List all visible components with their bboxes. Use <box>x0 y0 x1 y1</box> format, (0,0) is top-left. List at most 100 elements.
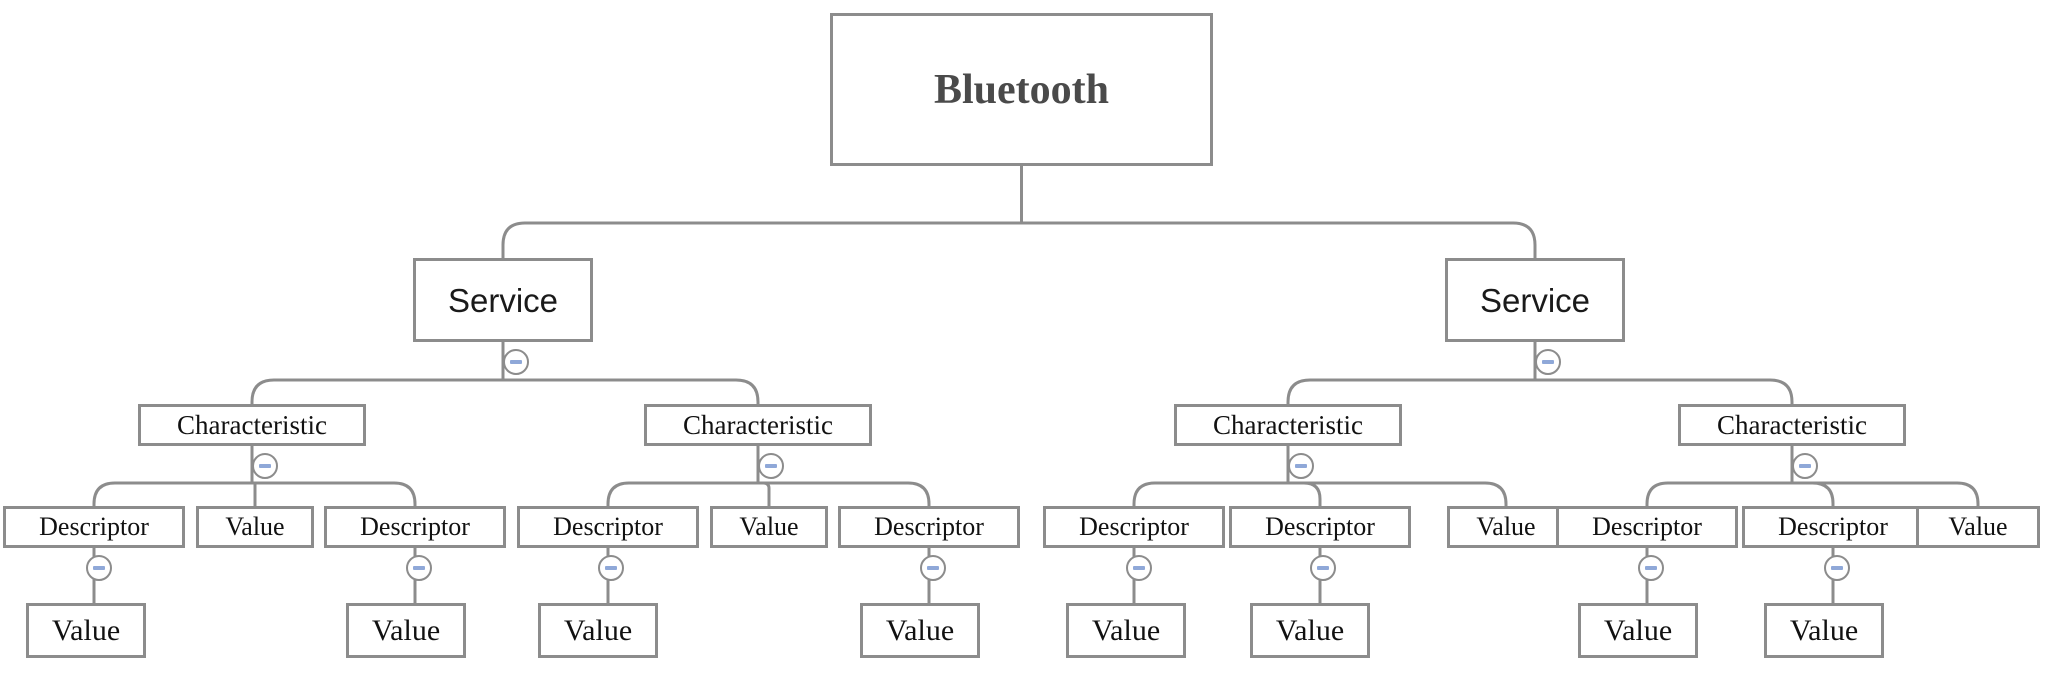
edge-link <box>1792 481 1835 506</box>
node-label: Value <box>1603 613 1673 647</box>
minus-icon <box>1542 360 1554 364</box>
value-node[interactable]: Value <box>1066 603 1186 658</box>
node-label: Characteristic <box>683 409 833 440</box>
collapse-toggle-descriptor-2[interactable] <box>406 555 432 581</box>
descriptor-node[interactable]: Descriptor <box>517 506 699 548</box>
minus-icon <box>765 464 777 468</box>
minus-icon <box>927 566 939 570</box>
collapse-toggle-descriptor-1[interactable] <box>86 555 112 581</box>
edge-link <box>92 481 252 506</box>
minus-icon <box>413 566 425 570</box>
collapse-toggle-service-1[interactable] <box>503 349 529 375</box>
edge-link <box>503 378 760 404</box>
descriptor-node[interactable]: Descriptor <box>838 506 1020 548</box>
characteristic-node[interactable]: Characteristic <box>1174 404 1402 446</box>
collapse-toggle-descriptor-8[interactable] <box>1824 555 1850 581</box>
edge-link <box>252 481 257 506</box>
minus-icon <box>93 566 105 570</box>
minus-icon <box>259 464 271 468</box>
edge-link <box>252 481 417 506</box>
characteristic-node[interactable]: Characteristic <box>644 404 872 446</box>
edge-link <box>1132 481 1288 506</box>
bluetooth-gatt-tree-diagram: Bluetooth Service Service Characteristic Cha… <box>0 0 2048 678</box>
node-label: Characteristic <box>177 409 327 440</box>
value-node[interactable]: Value <box>26 603 146 658</box>
collapse-toggle-descriptor-6[interactable] <box>1310 555 1336 581</box>
node-label: Value <box>885 613 955 647</box>
node-label: Value <box>1275 613 1345 647</box>
node-label: Value <box>739 512 799 541</box>
characteristic-node[interactable]: Characteristic <box>138 404 366 446</box>
collapse-toggle-characteristic-2[interactable] <box>758 453 784 479</box>
value-node[interactable]: Value <box>1447 506 1565 548</box>
collapse-toggle-characteristic-1[interactable] <box>252 453 278 479</box>
node-label: Value <box>225 512 285 541</box>
descriptor-node[interactable]: Descriptor <box>1229 506 1411 548</box>
value-node[interactable]: Value <box>1916 506 2040 548</box>
descriptor-node[interactable]: Descriptor <box>324 506 506 548</box>
edge-link <box>1535 378 1794 404</box>
node-label: Descriptor <box>1265 512 1375 541</box>
minus-icon <box>1295 464 1307 468</box>
value-node[interactable]: Value <box>1764 603 1884 658</box>
node-label: Value <box>563 613 633 647</box>
node-label: Descriptor <box>874 512 984 541</box>
collapse-toggle-characteristic-4[interactable] <box>1792 453 1818 479</box>
edge-link <box>758 481 931 506</box>
node-label: Value <box>371 613 441 647</box>
root-node[interactable]: Bluetooth <box>830 13 1213 166</box>
edge-link <box>606 481 758 506</box>
value-node[interactable]: Value <box>346 603 466 658</box>
node-label: Descriptor <box>1778 512 1888 541</box>
edge-link <box>1288 481 1322 506</box>
node-label: Descriptor <box>553 512 663 541</box>
edge-link <box>250 378 503 404</box>
node-label: Descriptor <box>360 512 470 541</box>
service-node[interactable]: Service <box>1445 258 1625 342</box>
minus-icon <box>1799 464 1811 468</box>
node-label: Service <box>447 281 559 319</box>
minus-icon <box>605 566 617 570</box>
edge-link <box>1645 481 1792 506</box>
minus-icon <box>1133 566 1145 570</box>
edge-link <box>1288 481 1508 506</box>
characteristic-node[interactable]: Characteristic <box>1678 404 1906 446</box>
collapse-toggle-descriptor-7[interactable] <box>1638 555 1664 581</box>
minus-icon <box>1831 566 1843 570</box>
edge-link <box>1021 221 1537 258</box>
node-label: Descriptor <box>39 512 149 541</box>
node-label: Value <box>51 613 121 647</box>
collapse-toggle-descriptor-4[interactable] <box>920 555 946 581</box>
collapse-toggle-service-2[interactable] <box>1535 349 1561 375</box>
collapse-toggle-characteristic-3[interactable] <box>1288 453 1314 479</box>
minus-icon <box>1317 566 1329 570</box>
edge-link <box>758 481 771 506</box>
minus-icon <box>1645 566 1657 570</box>
node-label: Value <box>1091 613 1161 647</box>
edge-link <box>1286 378 1535 404</box>
node-label: Value <box>1789 613 1859 647</box>
descriptor-node[interactable]: Descriptor <box>3 506 185 548</box>
node-label: Value <box>1948 512 2008 541</box>
collapse-toggle-descriptor-3[interactable] <box>598 555 624 581</box>
descriptor-node[interactable]: Descriptor <box>1742 506 1924 548</box>
value-node[interactable]: Value <box>196 506 314 548</box>
value-node[interactable]: Value <box>538 603 658 658</box>
collapse-toggle-descriptor-5[interactable] <box>1126 555 1152 581</box>
edge-link <box>501 221 1022 258</box>
node-label: Value <box>1476 512 1536 541</box>
node-label: Bluetooth <box>933 66 1109 113</box>
edge-link <box>1792 481 1980 506</box>
node-label: Descriptor <box>1079 512 1189 541</box>
node-label: Service <box>1479 281 1591 319</box>
node-label: Characteristic <box>1213 409 1363 440</box>
value-node[interactable]: Value <box>710 506 828 548</box>
value-node[interactable]: Value <box>860 603 980 658</box>
descriptor-node[interactable]: Descriptor <box>1556 506 1738 548</box>
service-node[interactable]: Service <box>413 258 593 342</box>
node-label: Descriptor <box>1592 512 1702 541</box>
value-node[interactable]: Value <box>1250 603 1370 658</box>
descriptor-node[interactable]: Descriptor <box>1043 506 1225 548</box>
minus-icon <box>510 360 522 364</box>
value-node[interactable]: Value <box>1578 603 1698 658</box>
